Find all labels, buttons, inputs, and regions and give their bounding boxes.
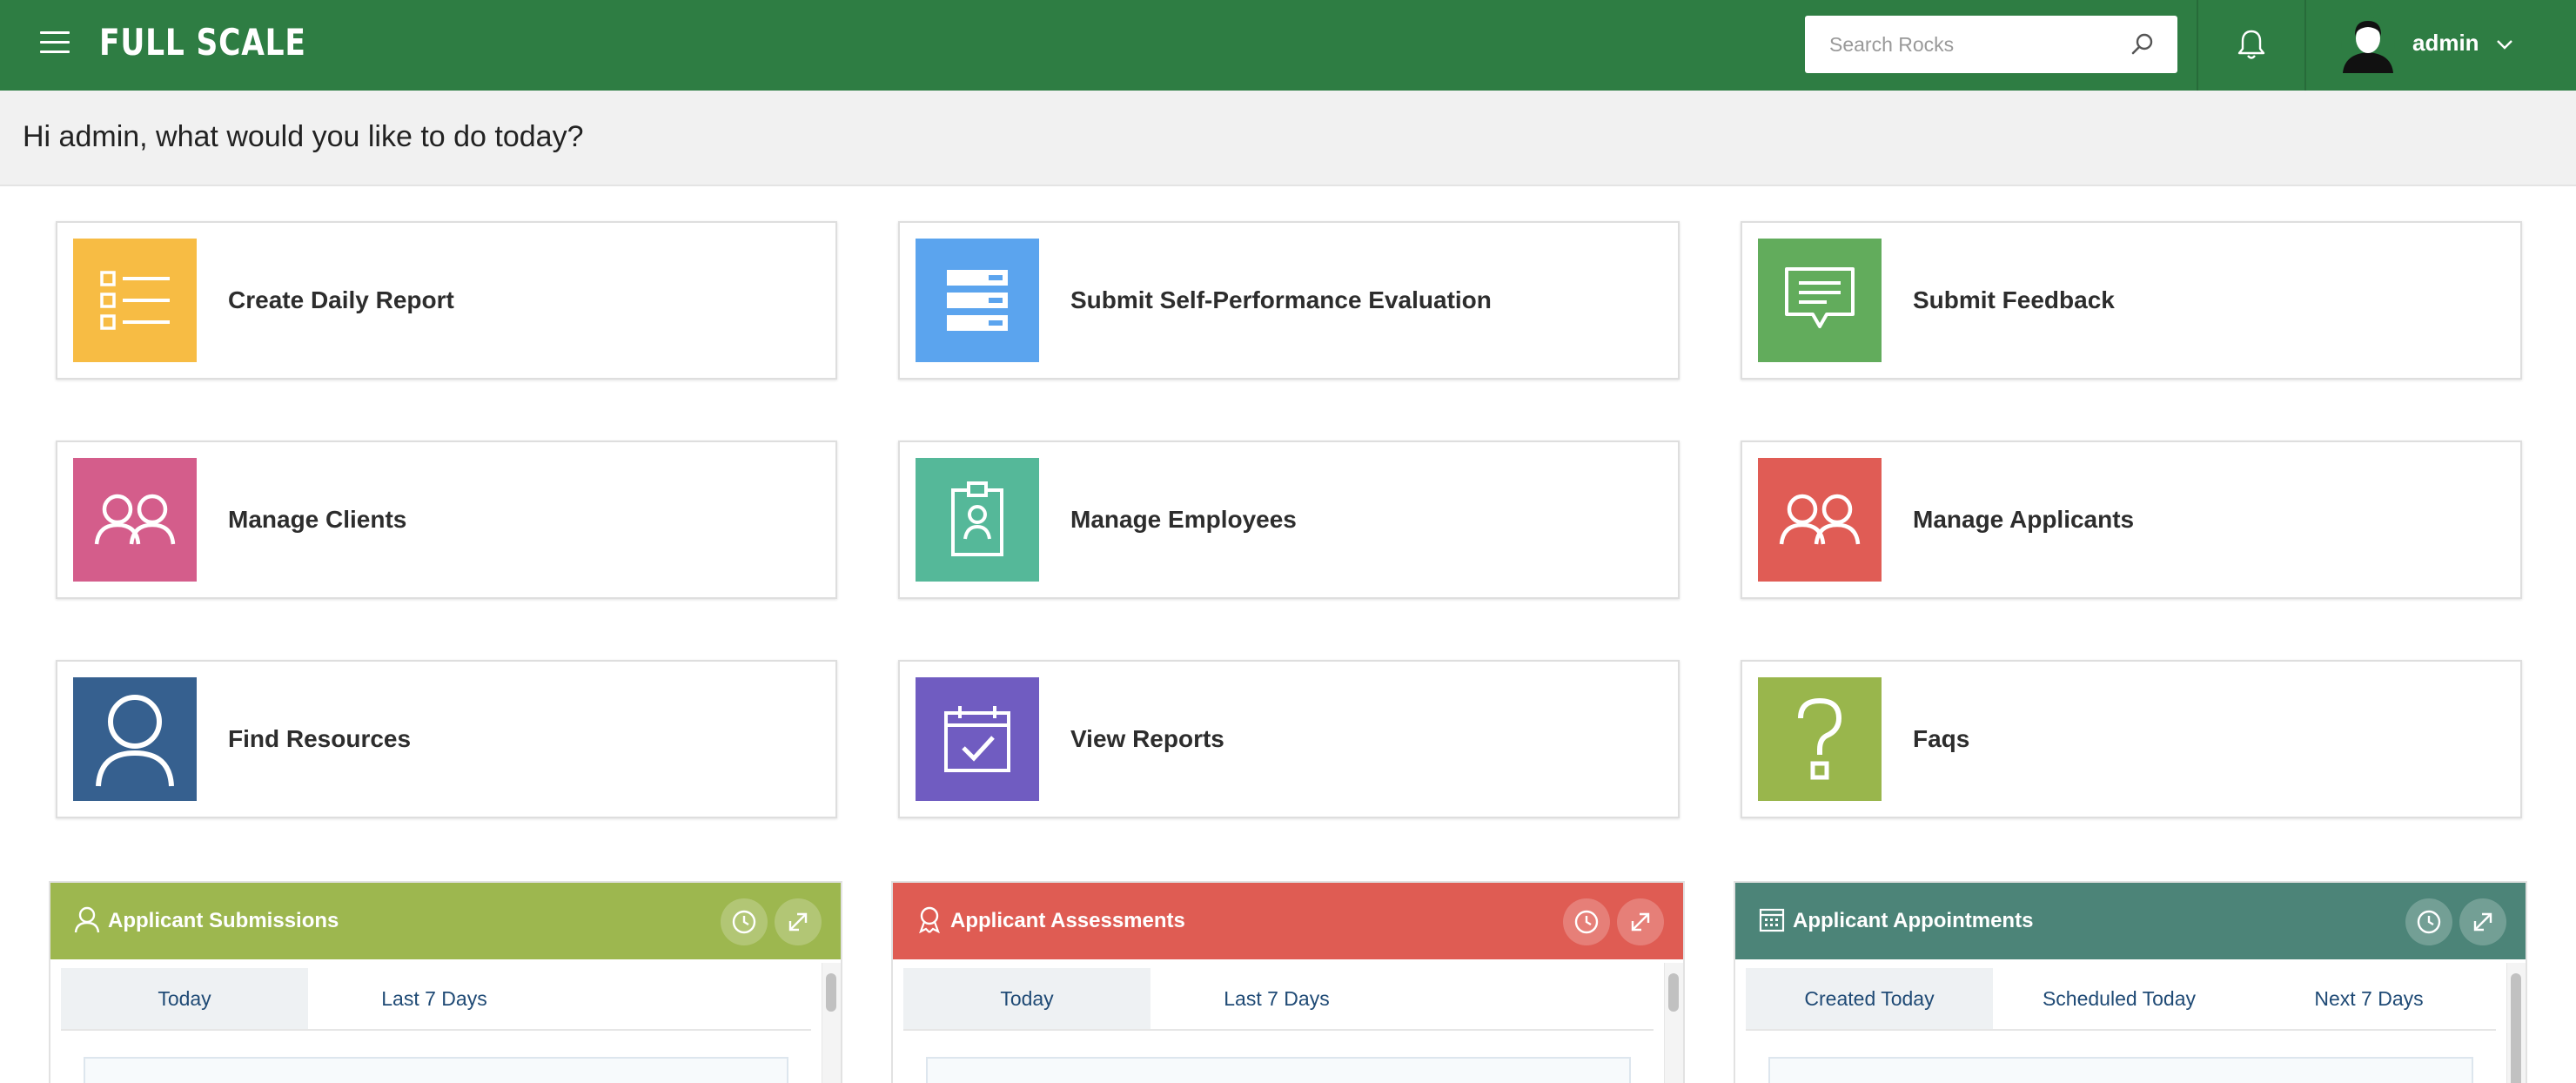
widget-tabs: Today Last 7 Days xyxy=(61,968,560,1029)
search-input[interactable] xyxy=(1805,16,2101,73)
expand-icon[interactable] xyxy=(775,898,822,945)
users-icon xyxy=(73,458,197,582)
card-label: Manage Applicants xyxy=(1913,506,2135,533)
card-manage-clients[interactable]: Manage Clients xyxy=(56,441,837,599)
tab-created-today[interactable]: Created Today xyxy=(1746,968,1993,1029)
avatar[interactable] xyxy=(2341,16,2395,73)
widget-header: Applicant Assessments xyxy=(893,883,1683,959)
award-icon xyxy=(919,906,940,933)
greeting-bar: Hi admin, what would you like to do toda… xyxy=(0,91,2576,186)
expand-icon[interactable] xyxy=(1617,898,1664,945)
list-icon xyxy=(73,239,197,362)
badge-icon xyxy=(916,458,1039,582)
card-label: Faqs xyxy=(1913,725,1970,752)
scrollbar[interactable] xyxy=(2506,963,2526,1083)
expand-icon[interactable] xyxy=(2459,898,2506,945)
clock-icon[interactable] xyxy=(1563,898,1610,945)
card-manage-applicants[interactable]: Manage Applicants xyxy=(1741,441,2522,599)
tab-scheduled-today[interactable]: Scheduled Today xyxy=(1993,968,2245,1029)
widget-header: Applicant Appointments xyxy=(1735,883,2526,959)
widget-tabs: Today Last 7 Days xyxy=(903,968,1403,1029)
tab-last-7-days[interactable]: Last 7 Days xyxy=(308,968,560,1029)
tab-next-7-days[interactable]: Next 7 Days xyxy=(2245,968,2492,1029)
widget-applicant-appointments: Applicant Appointments Created Today Sch… xyxy=(1734,881,2527,1083)
header-divider xyxy=(2304,0,2306,91)
form-icon xyxy=(916,239,1039,362)
widget-content-panel xyxy=(926,1057,1631,1083)
tab-divider xyxy=(1746,1029,2496,1031)
card-submit-feedback[interactable]: Submit Feedback xyxy=(1741,221,2522,380)
hamburger-icon[interactable] xyxy=(40,31,70,56)
tab-today[interactable]: Today xyxy=(61,968,308,1029)
tab-divider xyxy=(61,1029,811,1031)
scrollbar[interactable] xyxy=(822,963,841,1083)
card-label: Find Resources xyxy=(228,725,412,752)
clock-icon[interactable] xyxy=(2405,898,2452,945)
tab-today[interactable]: Today xyxy=(903,968,1150,1029)
chat-icon xyxy=(1758,239,1882,362)
card-label: View Reports xyxy=(1070,725,1224,752)
search-box xyxy=(1805,16,2177,73)
tab-last-7-days[interactable]: Last 7 Days xyxy=(1150,968,1403,1029)
greeting-text: Hi admin, what would you like to do toda… xyxy=(23,120,584,153)
scrollbar[interactable] xyxy=(1664,963,1683,1083)
card-faqs[interactable]: Faqs xyxy=(1741,660,2522,818)
user-name[interactable]: admin xyxy=(2412,30,2479,57)
search-icon[interactable] xyxy=(2130,32,2155,57)
card-manage-employees[interactable]: Manage Employees xyxy=(898,441,1680,599)
card-label: Create Daily Report xyxy=(228,286,454,313)
users-icon xyxy=(1758,458,1882,582)
widget-applicant-submissions: Applicant Submissions Today Last 7 Days xyxy=(49,881,842,1083)
person-icon xyxy=(73,677,197,801)
widget-header: Applicant Submissions xyxy=(50,883,841,959)
card-label: Manage Employees xyxy=(1070,506,1297,533)
widget-tabs: Created Today Scheduled Today Next 7 Day… xyxy=(1746,968,2492,1029)
widget-title: Applicant Assessments xyxy=(950,909,1185,932)
widget-applicant-assessments: Applicant Assessments Today Last 7 Days xyxy=(891,881,1685,1083)
widget-title: Applicant Submissions xyxy=(108,909,339,932)
widget-title: Applicant Appointments xyxy=(1793,909,2034,932)
card-label: Manage Clients xyxy=(228,506,407,533)
clock-icon[interactable] xyxy=(721,898,768,945)
person-icon xyxy=(74,906,100,933)
card-create-daily-report[interactable]: Create Daily Report xyxy=(56,221,837,380)
card-submit-self-performance-evaluation[interactable]: Submit Self-Performance Evaluation xyxy=(898,221,1680,380)
question-icon xyxy=(1758,677,1882,801)
header-divider xyxy=(2197,0,2198,91)
chevron-down-icon[interactable] xyxy=(2496,38,2513,50)
app-logo[interactable]: FULL SCALE xyxy=(99,21,306,64)
tab-divider xyxy=(903,1029,1654,1031)
widget-content-panel xyxy=(1768,1057,2473,1083)
widget-content-panel xyxy=(84,1057,788,1083)
top-navbar: FULL SCALE admin xyxy=(0,0,2576,91)
calendar-check-icon xyxy=(916,677,1039,801)
card-find-resources[interactable]: Find Resources xyxy=(56,660,837,818)
card-label: Submit Self-Performance Evaluation xyxy=(1070,286,1492,313)
card-label: Submit Feedback xyxy=(1913,286,2115,313)
card-view-reports[interactable]: View Reports xyxy=(898,660,1680,818)
bell-icon[interactable] xyxy=(2237,28,2266,61)
calendar-icon xyxy=(1759,908,1785,932)
